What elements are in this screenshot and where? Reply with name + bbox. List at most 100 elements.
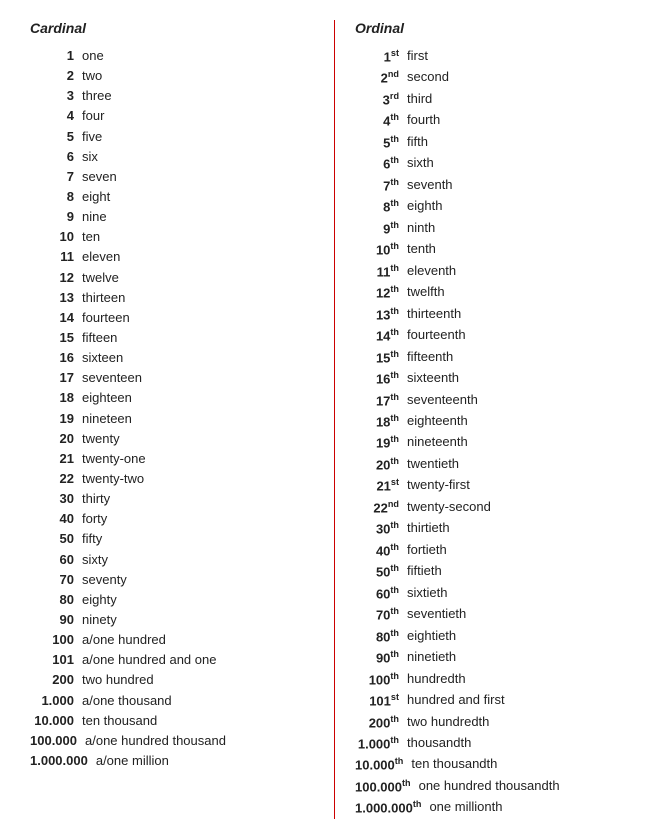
ordinal-number: 8th — [355, 196, 407, 217]
ordinal-superscript: th — [390, 112, 399, 122]
cardinal-number: 21 — [30, 449, 82, 469]
ordinal-superscript: th — [390, 370, 399, 380]
cardinal-number: 3 — [30, 86, 82, 106]
cardinal-number: 80 — [30, 590, 82, 610]
list-item: 15thfifteenth — [355, 347, 639, 368]
list-item: 80eighty — [30, 590, 314, 610]
cardinal-number: 18 — [30, 388, 82, 408]
ordinal-number: 100.000th — [355, 776, 419, 797]
ordinal-word: one hundred thousandth — [419, 776, 639, 797]
ordinal-number: 14th — [355, 325, 407, 346]
cardinal-number: 1 — [30, 46, 82, 66]
list-item: 100.000thone hundred thousandth — [355, 776, 639, 797]
list-item: 10.000ten thousand — [30, 711, 314, 731]
list-item: 60sixty — [30, 550, 314, 570]
ordinal-superscript: th — [390, 220, 399, 230]
list-item: 3three — [30, 86, 314, 106]
list-item: 50thfiftieth — [355, 561, 639, 582]
cardinal-number: 7 — [30, 167, 82, 187]
list-item: 30ththirtieth — [355, 518, 639, 539]
cardinal-number: 2 — [30, 66, 82, 86]
cardinal-number: 17 — [30, 368, 82, 388]
ordinal-number: 40th — [355, 540, 407, 561]
cardinal-word: fifteen — [82, 328, 314, 348]
cardinal-number: 100 — [30, 630, 82, 650]
ordinal-number: 15th — [355, 347, 407, 368]
ordinal-word: eightieth — [407, 626, 639, 647]
list-item: 80theightieth — [355, 626, 639, 647]
ordinal-word: eighteenth — [407, 411, 639, 432]
list-item: 8theighth — [355, 196, 639, 217]
cardinal-word: eight — [82, 187, 314, 207]
ordinal-word: eleventh — [407, 261, 639, 282]
main-container: Cardinal 1one2two3three4four5five6six7se… — [0, 0, 669, 839]
ordinal-superscript: th — [390, 649, 399, 659]
list-item: 9nine — [30, 207, 314, 227]
ordinal-superscript: th — [390, 434, 399, 444]
cardinal-word: nineteen — [82, 409, 314, 429]
ordinal-superscript: st — [391, 692, 399, 702]
ordinal-superscript: th — [390, 735, 399, 745]
cardinal-word: one — [82, 46, 314, 66]
list-item: 2two — [30, 66, 314, 86]
list-item: 6six — [30, 147, 314, 167]
list-item: 9thninth — [355, 218, 639, 239]
ordinal-number: 17th — [355, 390, 407, 411]
list-item: 100thhundredth — [355, 669, 639, 690]
list-item: 22twenty-two — [30, 469, 314, 489]
list-item: 17seventeen — [30, 368, 314, 388]
cardinal-number: 100.000 — [30, 731, 85, 751]
list-item: 5five — [30, 127, 314, 147]
ordinal-superscript: th — [390, 284, 399, 294]
ordinal-number: 100th — [355, 669, 407, 690]
list-item: 6thsixth — [355, 153, 639, 174]
ordinal-superscript: th — [390, 671, 399, 681]
ordinal-superscript: th — [390, 456, 399, 466]
ordinal-word: twenty-first — [407, 475, 639, 496]
cardinal-word: a/one million — [96, 751, 314, 771]
ordinal-superscript: th — [390, 198, 399, 208]
list-item: 20twenty — [30, 429, 314, 449]
ordinal-number: 16th — [355, 368, 407, 389]
cardinal-header: Cardinal — [30, 20, 314, 36]
ordinal-superscript: th — [390, 306, 399, 316]
list-item: 70seventy — [30, 570, 314, 590]
ordinal-superscript: th — [390, 155, 399, 165]
list-item: 1.000ththousandth — [355, 733, 639, 754]
cardinal-number: 15 — [30, 328, 82, 348]
cardinal-word: two — [82, 66, 314, 86]
list-item: 30thirty — [30, 489, 314, 509]
cardinal-number: 22 — [30, 469, 82, 489]
ordinal-word: fifth — [407, 132, 639, 153]
ordinal-word: fourteenth — [407, 325, 639, 346]
ordinal-number: 5th — [355, 132, 407, 153]
ordinal-word: fourth — [407, 110, 639, 131]
cardinal-number: 40 — [30, 509, 82, 529]
cardinal-column: Cardinal 1one2two3three4four5five6six7se… — [20, 20, 335, 819]
cardinal-word: ten — [82, 227, 314, 247]
cardinal-word: ten thousand — [82, 711, 314, 731]
list-item: 70thseventieth — [355, 604, 639, 625]
cardinal-number: 19 — [30, 409, 82, 429]
ordinal-superscript: th — [390, 177, 399, 187]
list-item: 16thsixteenth — [355, 368, 639, 389]
cardinal-number: 14 — [30, 308, 82, 328]
ordinal-word: sixteenth — [407, 368, 639, 389]
cardinal-number: 11 — [30, 247, 82, 267]
list-item: 1one — [30, 46, 314, 66]
ordinal-number: 1st — [355, 46, 407, 67]
list-item: 22ndtwenty-second — [355, 497, 639, 518]
ordinal-superscript: th — [402, 778, 411, 788]
ordinal-word: eighth — [407, 196, 639, 217]
ordinal-number: 7th — [355, 175, 407, 196]
ordinal-superscript: rd — [390, 91, 399, 101]
ordinal-superscript: th — [390, 628, 399, 638]
ordinal-word: ninth — [407, 218, 639, 239]
list-item: 21sttwenty-first — [355, 475, 639, 496]
list-item: 11eleven — [30, 247, 314, 267]
cardinal-number: 9 — [30, 207, 82, 227]
ordinal-number: 6th — [355, 153, 407, 174]
cardinal-word: forty — [82, 509, 314, 529]
list-item: 1stfirst — [355, 46, 639, 67]
ordinal-word: second — [407, 67, 639, 88]
